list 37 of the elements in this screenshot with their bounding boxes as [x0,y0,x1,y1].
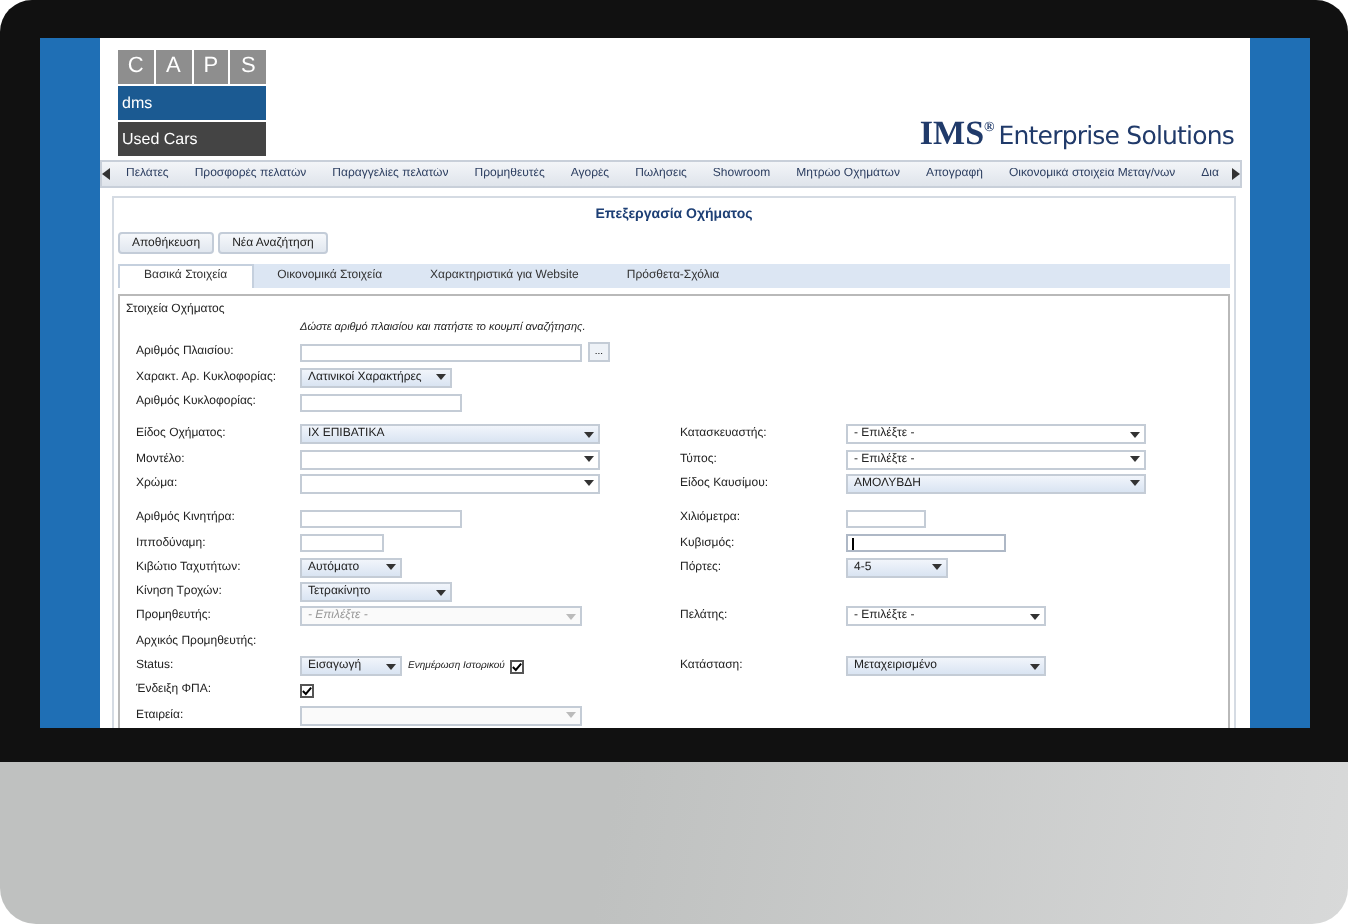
caret-icon [932,564,942,571]
dropdown[interactable] [300,449,600,470]
logo-letter: A [155,50,191,84]
input-field[interactable] [300,393,462,412]
caret-icon [1030,663,1040,669]
caret-icon [1130,480,1140,487]
caret-icon [436,589,446,596]
input-field[interactable] [846,509,926,528]
caret-icon [386,564,396,571]
caret-icon [1130,456,1140,463]
logo-letter: C [118,50,154,84]
input-field[interactable] [300,509,462,528]
brand-name: IMS$^{®}$ [919,114,995,154]
caret-icon [584,431,594,438]
checkbox[interactable] [300,683,314,698]
caret-icon [386,663,396,669]
check-icon [512,661,523,671]
caret-icon [1130,431,1140,438]
caret-icon [566,712,576,719]
module-label: Used Cars [118,122,266,156]
logo-letter: P [193,50,229,84]
scroll-right-icon[interactable] [1232,168,1240,180]
logo-letter: S [230,50,266,84]
caret-icon [566,613,576,620]
input-field[interactable] [846,534,1006,553]
caret-icon [584,456,594,463]
product-label: dms [118,86,266,120]
brand-tagline: Enterprise Solutions [998,120,1234,150]
caret-icon [584,480,594,487]
scroll-left-icon[interactable] [102,168,110,180]
dropdown[interactable] [300,473,600,494]
checkbox[interactable] [510,659,525,673]
caret-icon [436,374,446,381]
input-field[interactable] [300,534,384,553]
caret-icon [1030,613,1040,620]
input-field[interactable] [300,343,582,362]
check-icon [302,685,312,696]
